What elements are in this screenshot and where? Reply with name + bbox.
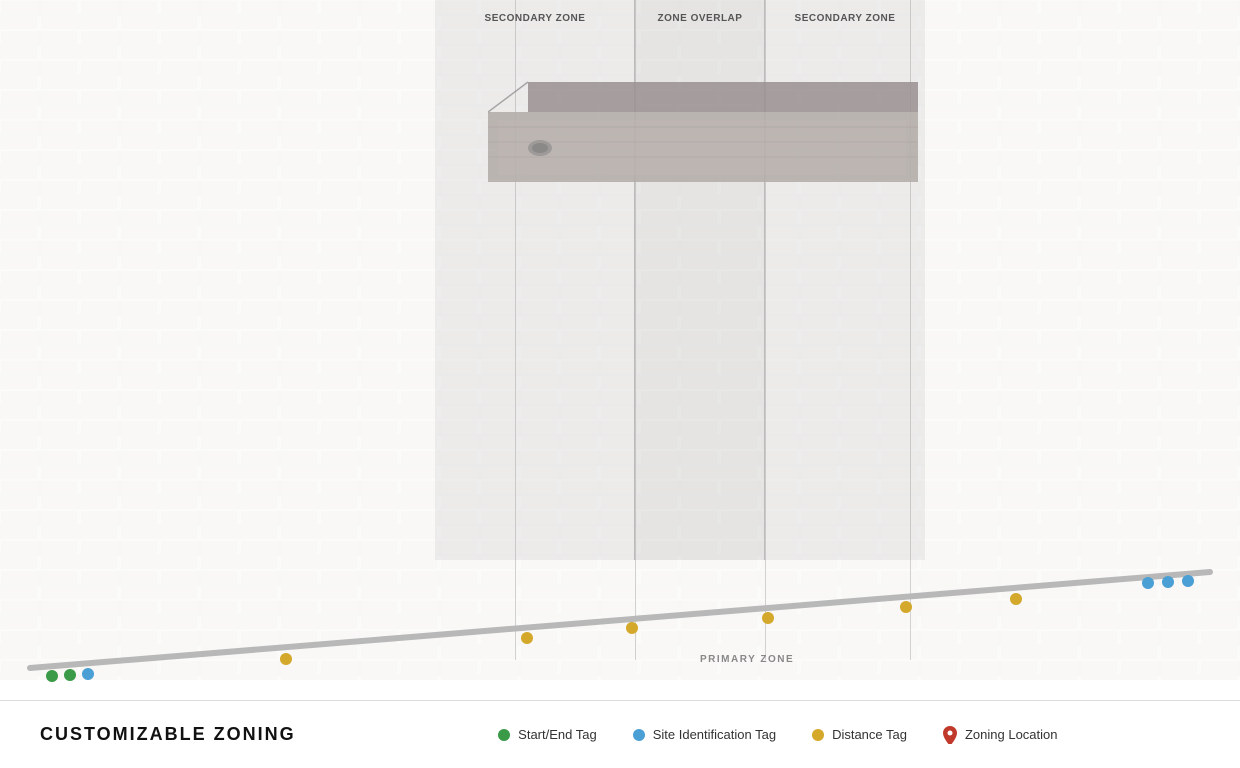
footer-legend: CUSTOMIZABLE ZONING Start/End Tag Site I… — [0, 700, 1240, 768]
location-pin-icon — [943, 726, 957, 744]
legend-distance: Distance Tag — [812, 727, 907, 742]
legend-site-id: Site Identification Tag — [633, 727, 776, 742]
start-end-label: Start/End Tag — [518, 727, 597, 742]
zone-label-overlap: ZONE OVERLAP — [635, 12, 765, 25]
primary-zone-label: PRIMARY ZONE — [700, 654, 794, 665]
zoning-location-label: Zoning Location — [965, 727, 1058, 742]
start-end-dot — [498, 729, 510, 741]
legend-items: Start/End Tag Site Identification Tag Di… — [356, 726, 1200, 744]
distance-dot — [812, 729, 824, 741]
visualization-area: SECONDARY ZONE ZONE OVERLAP SECONDARY ZO… — [0, 0, 1240, 700]
zone-label-secondary-right: SECONDARY ZONE — [765, 12, 925, 25]
zone-label-secondary-left: SECONDARY ZONE — [435, 12, 635, 25]
site-id-dot — [633, 729, 645, 741]
legend-start-end: Start/End Tag — [498, 727, 597, 742]
container-3d — [488, 72, 918, 192]
footer-title: CUSTOMIZABLE ZONING — [40, 724, 296, 745]
distance-tag-label: Distance Tag — [832, 727, 907, 742]
legend-zoning-location: Zoning Location — [943, 726, 1058, 744]
site-id-label: Site Identification Tag — [653, 727, 776, 742]
